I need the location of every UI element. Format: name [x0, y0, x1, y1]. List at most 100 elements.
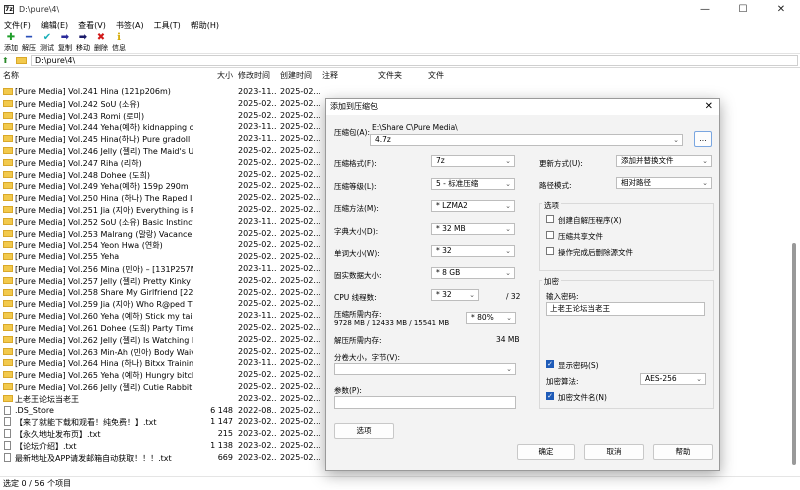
show-password-checkbox[interactable]: ✓ [546, 360, 554, 368]
toolbar-info-button[interactable]: ℹ 信息 [110, 32, 128, 53]
update-select[interactable]: 添加并替换文件 ⌄ [616, 155, 712, 167]
options-button[interactable]: 选项 [334, 423, 394, 439]
file-row[interactable]: [Pure Media] Vol.241 Hina (121p206m) 2023… [0, 86, 790, 98]
col-modified[interactable]: 修改时间 [238, 70, 270, 81]
enc-method-value: AES-256 [645, 374, 677, 383]
level-select[interactable]: 5 - 标准压缩 ⌄ [431, 178, 515, 190]
file-name: [Pure Media] Vol.248 Dohee (도희) [15, 170, 150, 180]
chevron-down-icon: ⌄ [673, 136, 679, 144]
file-name: [Pure Media] Vol.249 Yeha(예하) 159p 290m [15, 182, 189, 192]
up-folder-icon[interactable]: ⬆ [2, 56, 12, 65]
menu-tools[interactable]: 工具(T) [154, 20, 181, 31]
file-created: 2025-02... [280, 204, 320, 214]
col-folders[interactable]: 文件夹 [378, 70, 402, 81]
toolbar-delete-button[interactable]: ✖ 删除 [92, 32, 110, 53]
browse-button[interactable]: ... [694, 131, 712, 147]
file-modified: 2025-02... [238, 346, 276, 356]
toolbar-label: 删除 [94, 44, 108, 52]
archive-label: 压缩包(A): [334, 128, 371, 137]
toolbar-add-button[interactable]: ✚ 添加 [2, 32, 20, 53]
file-name: 上老王论坛当老王 [15, 394, 79, 404]
folder-icon [3, 217, 13, 225]
col-comment[interactable]: 注释 [322, 70, 338, 81]
chevron-down-icon: ⌄ [469, 291, 475, 299]
file-modified: 2025-02... [238, 240, 276, 250]
split-size-combo[interactable]: ⌄ [334, 363, 516, 375]
folder-icon [3, 99, 13, 107]
col-name[interactable]: 名称 [3, 70, 19, 81]
file-name: [Pure Media] Vol.244 Yeha(예하) kidnapping… [15, 123, 193, 133]
file-modified: 2022-08... [238, 405, 276, 415]
folder-icon [3, 194, 13, 202]
dict-select[interactable]: * 32 MB ⌄ [431, 223, 515, 235]
file-name: [Pure Media] Vol.242 SoU (소유) [15, 99, 140, 109]
encrypt-names-checkbox[interactable]: ✓ [546, 392, 554, 400]
folder-icon [3, 241, 13, 249]
toolbar-label: 移动 [76, 44, 90, 52]
pathmode-label: 路径模式: [539, 181, 572, 190]
enc-method-select[interactable]: AES-256 ⌄ [640, 373, 706, 385]
mem-percent-select[interactable]: * 80% ⌄ [466, 312, 516, 324]
scrollbar-thumb[interactable] [792, 243, 796, 465]
extract-icon: ━ [25, 32, 33, 43]
add-icon: ✚ [6, 32, 16, 43]
ok-button[interactable]: 确定 [517, 444, 575, 460]
help-button[interactable]: 帮助 [653, 444, 713, 460]
dialog-close-icon[interactable]: ✕ [705, 99, 713, 115]
menu-edit[interactable]: 编辑(E) [41, 20, 68, 31]
archive-path: E:\Share C\Pure Media\ [372, 123, 458, 132]
file-modified: 2025-02... [238, 98, 276, 108]
toolbar-copy-button[interactable]: ➡ 复制 [56, 32, 74, 53]
toolbar-test-button[interactable]: ✔ 测试 [38, 32, 56, 53]
file-modified: 2023-02... [238, 452, 276, 462]
format-select[interactable]: 7z ⌄ [431, 155, 515, 167]
folder-icon [3, 288, 13, 296]
file-created: 2025-02... [280, 181, 320, 191]
toolbar-extract-button[interactable]: ━ 解压 [20, 32, 38, 53]
file-size: 6 148 [210, 405, 233, 415]
test-icon: ✔ [42, 32, 52, 43]
file-modified: 2023-11... [238, 122, 276, 132]
menu-file[interactable]: 文件(F) [4, 20, 31, 31]
file-name: [Pure Media] Vol.250 Hina (하나) The Raped… [15, 194, 193, 204]
params-input[interactable] [334, 396, 516, 409]
vertical-scrollbar[interactable] [790, 86, 798, 473]
toolbar-label: 解压 [22, 44, 36, 52]
maximize-button[interactable]: ☐ [724, 0, 762, 18]
file-modified: 2023-02... [238, 440, 276, 450]
toolbar-move-button[interactable]: ➡ 移动 [74, 32, 92, 53]
method-select[interactable]: * LZMA2 ⌄ [431, 200, 515, 212]
pathmode-select[interactable]: 相对路径 ⌄ [616, 177, 712, 189]
chevron-down-icon: ⌄ [505, 180, 511, 188]
file-created: 2025-02... [280, 287, 320, 297]
col-size[interactable]: 大小 [217, 70, 233, 81]
shared-checkbox[interactable] [546, 231, 554, 239]
word-select[interactable]: * 32 ⌄ [431, 245, 515, 257]
solid-select[interactable]: * 8 GB ⌄ [431, 267, 515, 279]
col-created[interactable]: 创建时间 [280, 70, 312, 81]
file-created: 2025-02... [280, 311, 320, 321]
archive-name-combo[interactable]: 4.7z ⌄ [370, 134, 683, 146]
info-icon: ℹ [117, 32, 121, 43]
sfx-checkbox[interactable] [546, 215, 554, 223]
close-button[interactable]: ✕ [762, 0, 800, 18]
threads-select[interactable]: * 32 ⌄ [431, 289, 479, 301]
menu-help[interactable]: 帮助(H) [191, 20, 219, 31]
col-files[interactable]: 文件 [428, 70, 444, 81]
file-icon [4, 405, 11, 415]
minimize-button[interactable]: — [686, 0, 724, 18]
file-modified: 2025-02... [238, 322, 276, 332]
menu-bookmarks[interactable]: 书签(A) [116, 20, 144, 31]
address-input[interactable]: D:\pure\4\ [31, 55, 798, 66]
folder-icon [3, 264, 13, 272]
delete-after-checkbox[interactable] [546, 247, 554, 255]
address-bar: ⬆ D:\pure\4\ [0, 54, 800, 68]
password-input[interactable]: 上老王论坛当老王 [546, 302, 705, 316]
menu-view[interactable]: 查看(V) [78, 20, 106, 31]
file-modified: 2023-11... [238, 216, 276, 226]
folder-icon [3, 371, 13, 379]
show-password-label: 显示密码(S) [558, 361, 599, 370]
folder-icon [3, 347, 13, 355]
cancel-button[interactable]: 取消 [584, 444, 644, 460]
status-bar: 选定 0 / 56 个项目 [0, 476, 800, 490]
